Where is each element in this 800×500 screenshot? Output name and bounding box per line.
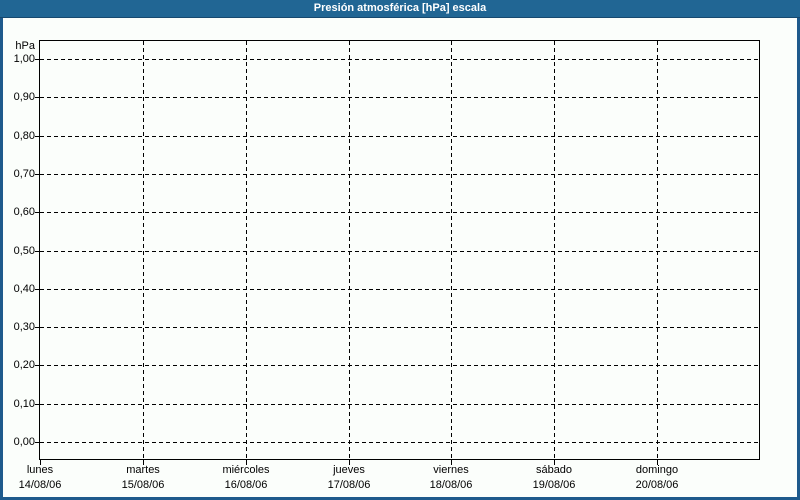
day-name-label: domingo (635, 464, 679, 476)
day-name-label: martes (126, 464, 160, 476)
y-tick-label: 0,00 (13, 436, 35, 448)
horizontal-gridline (40, 59, 759, 60)
plot-area (39, 40, 760, 460)
day-name-label: viernes (433, 464, 469, 476)
day-date-label: 15/08/06 (121, 479, 165, 491)
horizontal-gridline (40, 97, 759, 98)
chart-area: hPa 1,00 0,90 0,80 0,70 0,60 0,50 0,40 0… (3, 18, 797, 497)
window-titlebar: Presión atmosférica [hPa] escala (0, 0, 800, 18)
y-tick-label: 0,70 (13, 168, 35, 180)
y-tick-label: 0,90 (13, 91, 35, 103)
horizontal-gridline (40, 442, 759, 443)
horizontal-gridline (40, 251, 759, 252)
day-date-label: 16/08/06 (224, 479, 268, 491)
vertical-gridline (246, 41, 247, 459)
pressure-chart-window: Presión atmosférica [hPa] escala hPa 1,0… (0, 0, 800, 500)
y-tick-label: 0,30 (13, 321, 35, 333)
x-category-label: viernes 18/08/06 (401, 463, 501, 493)
y-axis-unit-label: hPa (15, 40, 35, 52)
window-title: Presión atmosférica [hPa] escala (313, 2, 487, 14)
day-name-label: sábado (535, 464, 573, 476)
vertical-gridline (554, 41, 555, 459)
x-category-label: domingo 20/08/06 (607, 463, 707, 493)
y-tick-label: 0,10 (13, 398, 35, 410)
vertical-gridline (451, 41, 452, 459)
horizontal-gridline (40, 404, 759, 405)
y-tick-label: 0,40 (13, 283, 35, 295)
horizontal-gridline (40, 365, 759, 366)
y-tick-label: 0,50 (13, 245, 35, 257)
y-tick-label: 1,00 (13, 53, 35, 65)
horizontal-gridline (40, 289, 759, 290)
horizontal-gridline (40, 136, 759, 137)
x-category-label: miércoles 16/08/06 (196, 463, 296, 493)
day-date-label: 18/08/06 (429, 479, 473, 491)
day-name-label: miércoles (222, 464, 270, 476)
y-tick-label: 0,60 (13, 206, 35, 218)
horizontal-gridline (40, 212, 759, 213)
day-date-label: 19/08/06 (532, 479, 576, 491)
vertical-gridline (143, 41, 144, 459)
day-date-label: 14/08/06 (18, 479, 62, 491)
y-tick-label: 0,20 (13, 359, 35, 371)
y-tick-label: 0,80 (13, 130, 35, 142)
horizontal-gridline (40, 327, 759, 328)
day-name-label: lunes (26, 464, 54, 476)
x-category-label: martes 15/08/06 (93, 463, 193, 493)
day-name-label: jueves (333, 464, 365, 476)
day-date-label: 17/08/06 (327, 479, 371, 491)
x-category-label: jueves 17/08/06 (299, 463, 399, 493)
horizontal-gridline (40, 174, 759, 175)
vertical-gridline (657, 41, 658, 459)
day-date-label: 20/08/06 (635, 479, 679, 491)
x-category-label: sábado 19/08/06 (504, 463, 604, 493)
vertical-gridline (349, 41, 350, 459)
x-category-label: lunes 14/08/06 (0, 463, 90, 493)
